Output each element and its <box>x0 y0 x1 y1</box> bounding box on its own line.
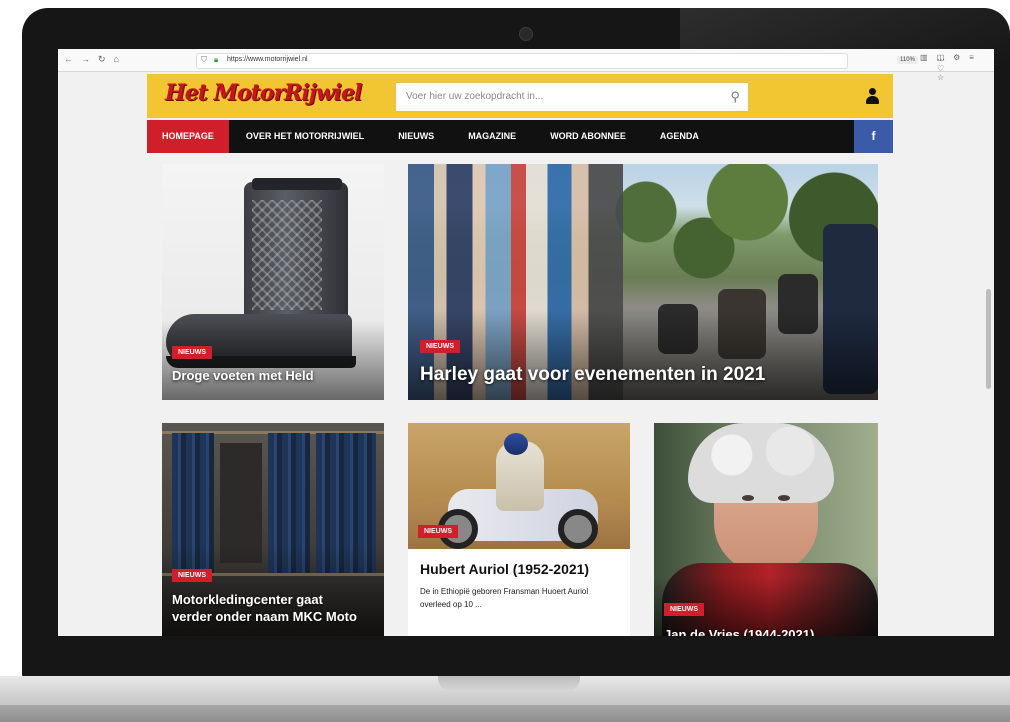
main-navigation: HOMEPAGE OVER HET MOTORRIJWIEL NIEUWS MA… <box>147 120 893 153</box>
boot-image-mesh <box>252 200 322 310</box>
forward-icon[interactable]: → <box>81 54 90 64</box>
portrait-hair <box>688 423 834 503</box>
laptop-lid-notch <box>438 676 580 692</box>
article-title[interactable]: Jan de Vries (1944-2021) <box>664 627 814 636</box>
browser-toolbar: ← → ↻ ⌂ ⛉ 🔒︎ https://www.motorrijwiel.nl… <box>58 49 994 82</box>
article-card-portrait[interactable]: NIEUWS Jan de Vries (1944-2021) <box>654 423 878 636</box>
card-gradient <box>162 320 384 400</box>
laptop-frame: ← → ↻ ⌂ ⛉ 🔒︎ https://www.motorrijwiel.nl… <box>0 0 1010 722</box>
browser-screen: ← → ↻ ⌂ ⛉ 🔒︎ https://www.motorrijwiel.nl… <box>58 49 994 636</box>
facebook-icon[interactable]: f <box>854 120 893 153</box>
news-badge: NIEUWS <box>172 569 212 582</box>
article-title[interactable]: Harley gaat voor evenementen in 2021 <box>420 364 765 386</box>
article-excerpt: De in Ethiopië geboren Fransman Huoert A… <box>420 587 589 609</box>
article-card-harley[interactable]: NIEUWS Harley gaat voor evenementen in 2… <box>408 164 878 400</box>
article-title[interactable]: Hubert Auriol (1952-2021) <box>420 561 589 577</box>
card-gradient <box>408 310 878 400</box>
eye <box>742 495 754 501</box>
article-card-auriol[interactable]: NIEUWS Hubert Auriol (1952-2021) De in E… <box>408 423 630 636</box>
zoom-level[interactable]: 110% <box>897 56 918 64</box>
news-badge: NIEUWS <box>418 525 458 538</box>
search-box: ⚲ <box>395 82 749 112</box>
nav-magazine[interactable]: MAGAZINE <box>451 120 533 153</box>
display-panel <box>220 443 262 563</box>
article-title[interactable]: Motorkledingcenter gaat verder onder naa… <box>172 591 362 625</box>
reload-icon[interactable]: ↻ <box>98 54 106 64</box>
url-text[interactable]: https://www.motorrijwiel.nl <box>227 56 308 63</box>
site-logo[interactable]: Het MotorRijwiel <box>165 80 362 106</box>
menu-icon[interactable]: ≡ <box>969 53 974 62</box>
user-icon-body <box>866 96 879 104</box>
article-title[interactable]: Droge voeten met Held <box>172 368 314 383</box>
nav-word-abonnee[interactable]: WORD ABONNEE <box>533 120 643 153</box>
browser-tool-icons: ▥ ◫ ⚙ ≡ <box>920 53 974 62</box>
site-header: Het MotorRijwiel ⚲ <box>147 74 893 118</box>
search-input[interactable] <box>404 90 718 103</box>
address-bar[interactable]: ⛉ 🔒︎ https://www.motorrijwiel.nl 110% ··… <box>196 53 945 82</box>
sidebar-icon[interactable]: ◫ <box>937 53 945 62</box>
user-icon-head <box>869 88 876 95</box>
news-badge: NIEUWS <box>420 340 460 353</box>
webcam <box>519 27 533 41</box>
browser-nav-icons: ← → ↻ ⌂ <box>64 54 119 64</box>
eye <box>778 495 790 501</box>
news-badge: NIEUWS <box>172 346 212 359</box>
page-scrollbar[interactable] <box>986 289 991 389</box>
article-card-mkc[interactable]: NIEUWS Motorkledingcenter gaat verder on… <box>162 423 384 636</box>
user-icon[interactable] <box>865 88 879 104</box>
lock-icon[interactable]: 🔒︎ <box>214 55 218 65</box>
laptop-base-edge <box>0 705 1010 722</box>
nav-homepage[interactable]: HOMEPAGE <box>147 120 229 153</box>
boot-image-top <box>252 178 342 190</box>
library-icon[interactable]: ▥ <box>920 53 928 62</box>
wheel <box>558 509 598 549</box>
nav-agenda[interactable]: AGENDA <box>643 120 716 153</box>
nav-nieuws[interactable]: NIEUWS <box>381 120 451 153</box>
extensions-icon[interactable]: ⚙ <box>953 53 960 62</box>
shield-icon[interactable]: ⛉ <box>201 55 207 65</box>
back-icon[interactable]: ← <box>64 54 73 64</box>
nav-over-het-motorrijwiel[interactable]: OVER HET MOTORRIJWIEL <box>229 120 381 153</box>
search-icon[interactable]: ⚲ <box>730 89 740 105</box>
news-badge: NIEUWS <box>664 603 704 616</box>
home-icon[interactable]: ⌂ <box>114 54 119 64</box>
article-card-held[interactable]: NIEUWS Droge voeten met Held <box>162 164 384 400</box>
helmet <box>504 433 528 455</box>
